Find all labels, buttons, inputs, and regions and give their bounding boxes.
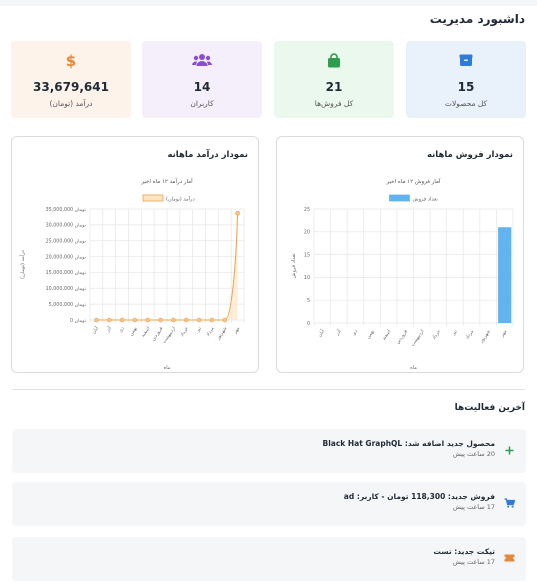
x-axis-title: ماه: [410, 365, 417, 371]
activity-item[interactable]: تیکت جدید: تست 17 ساعت پیش: [12, 537, 526, 581]
activity-time: 17 ساعت پیش: [452, 558, 495, 566]
data-point: [183, 317, 189, 323]
chart-title: آمار درآمد ۱۲ ماه اخیر: [140, 178, 193, 185]
y-axis-title: درآمد (تومان): [19, 250, 26, 279]
stat-card-revenue: $ 33,679,641 درآمد (تومان): [11, 41, 131, 118]
x-tick-label: مهر: [500, 329, 509, 339]
stat-label: کل فروش‌ها: [314, 99, 354, 108]
x-tick-label: تیر: [451, 329, 459, 338]
stat-label: درآمد (تومان): [49, 99, 93, 108]
shopping-bag-icon: [274, 53, 394, 69]
activity-time: 20 ساعت پیش: [452, 450, 495, 458]
top-bar: [0, 0, 537, 6]
revenue-chart: آمار درآمد ۱۲ ماه اخیر درآمد (تومان) 0 توم…: [19, 178, 245, 371]
x-tick-label: بهمن: [366, 329, 376, 340]
x-tick-label: دی: [352, 329, 359, 337]
data-point: [119, 317, 125, 323]
x-tick-label: خرداد: [432, 329, 442, 341]
page-title: داشبورد مدیریت: [429, 12, 525, 26]
x-axis-title: ماه: [164, 365, 171, 371]
data-point: [171, 317, 176, 323]
activity-title: محصول جدید اضافه شد: Black Hat GraphQL: [322, 439, 496, 448]
y-tick-label: 20,000,000 تومان: [46, 254, 87, 260]
bar: [498, 227, 512, 323]
data-point: [94, 317, 99, 323]
stat-card-users: 14 کاربران: [142, 41, 262, 118]
data-point: [196, 317, 202, 323]
legend-swatch: [389, 194, 410, 202]
x-tick-label: آبان: [317, 328, 327, 338]
x-tick-label: شهریور: [215, 326, 228, 342]
data-point: [222, 317, 228, 323]
legend-swatch: [142, 194, 164, 202]
x-tick-label: اردیبهشت: [162, 326, 177, 344]
data-point: [235, 210, 240, 216]
x-tick-label: تیر: [195, 326, 203, 335]
stat-value: 33,679,641: [33, 80, 109, 94]
legend-label: تعداد فروش: [413, 197, 439, 203]
y-tick-label: 20: [304, 230, 310, 236]
stat-value: 14: [193, 80, 211, 94]
activity-title: فروش جدید: 118,300 تومان - کاربر: ad: [343, 492, 495, 501]
x-tick-label: شهریور: [479, 329, 492, 345]
x-tick-label: آبان: [91, 325, 101, 335]
y-tick-label: 25: [304, 207, 310, 213]
x-tick-label: آذر: [104, 325, 113, 334]
sales-chart-card: نمودار فروش ماهانه آمار فروش ۱۲ ماه اخیر…: [276, 136, 524, 373]
ticket-icon: [503, 551, 515, 565]
dollar-icon: $: [65, 52, 77, 70]
stat-card-sales: 21 کل فروش‌ها: [274, 41, 394, 118]
y-tick-label: 5,000,000 تومان: [49, 302, 87, 308]
y-tick-label: 10,000,000 تومان: [46, 286, 87, 292]
y-tick-label: 15: [304, 252, 310, 258]
x-tick-label: خرداد: [180, 326, 190, 338]
data-point: [145, 317, 151, 323]
activity-item[interactable]: فروش جدید: 118,300 تومان - کاربر: ad 17 …: [12, 482, 526, 526]
box-icon: [406, 53, 526, 69]
x-tick-label: بهمن: [129, 326, 139, 337]
activity-section-title: آخرین فعالیت‌ها: [454, 403, 525, 413]
y-tick-label: 30,000,000 تومان: [46, 223, 87, 229]
users-icon: [142, 53, 262, 69]
activity-title: تیکت جدید: تست: [433, 547, 495, 556]
cart-icon: [503, 496, 515, 510]
data-point: [106, 317, 112, 323]
x-tick-label: فروردین: [396, 329, 409, 345]
stat-label: کاربران: [190, 99, 214, 108]
x-tick-label: آذر: [334, 328, 343, 337]
data-point: [209, 317, 215, 323]
legend-label: درآمد (تومان): [166, 196, 195, 203]
y-tick-label: 0: [307, 321, 310, 327]
chart-title: آمار فروش ۱۲ ماه اخیر: [386, 178, 441, 185]
x-tick-label: اسفند: [141, 326, 152, 338]
x-tick-label: مهر: [232, 326, 241, 336]
activity-item[interactable]: محصول جدید اضافه شد: Black Hat GraphQL 2…: [12, 429, 526, 473]
x-tick-label: اردیبهشت: [410, 329, 425, 347]
plus-icon: [503, 443, 515, 457]
stat-label: کل محصولات: [444, 99, 488, 108]
data-point: [158, 317, 163, 323]
x-tick-label: فروردین: [151, 326, 164, 342]
y-tick-label: 25,000,000 تومان: [46, 239, 87, 245]
y-tick-label: 10: [304, 275, 310, 281]
x-tick-label: دی: [118, 326, 125, 334]
section-divider: [12, 389, 525, 390]
x-tick-label: اسفند: [382, 329, 393, 341]
y-tick-label: 15,000,000 تومان: [46, 270, 87, 276]
y-tick-label: 5: [307, 298, 310, 304]
y-axis-title: تعداد فروش: [291, 253, 297, 279]
x-tick-label: مرداد: [206, 326, 216, 338]
y-tick-label: 0 تومان: [70, 318, 87, 324]
activity-time: 17 ساعت پیش: [452, 503, 495, 511]
revenue-chart-card: نمودار درآمد ماهانه آمار درآمد ۱۲ ماه اخ…: [11, 136, 259, 373]
sales-chart: آمار فروش ۱۲ ماه اخیر تعداد فروش 0 5 10 15 20 2…: [291, 178, 514, 371]
stat-card-products: 15 کل محصولات: [406, 41, 526, 118]
stat-value: 21: [325, 80, 343, 94]
y-tick-label: 35,000,000 تومان: [46, 207, 87, 213]
data-point: [132, 317, 138, 323]
x-tick-label: مرداد: [465, 329, 475, 341]
stat-value: 15: [457, 80, 475, 94]
